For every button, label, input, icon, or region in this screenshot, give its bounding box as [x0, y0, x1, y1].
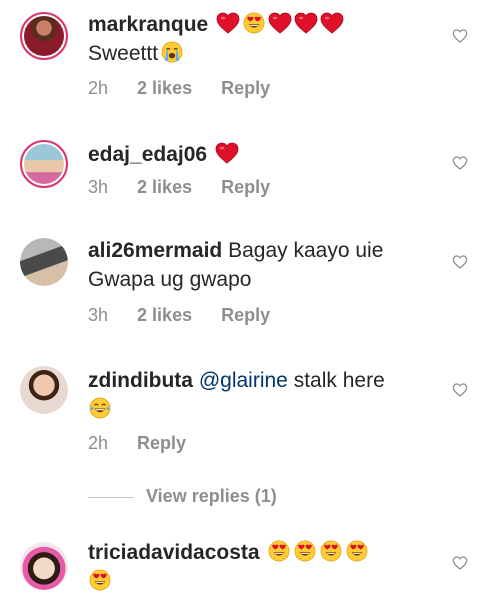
red-heart-emoji [213, 143, 239, 166]
heart-outline-icon[interactable] [452, 555, 468, 571]
likes-count[interactable]: 2 likes [137, 177, 192, 198]
timestamp: 3h [88, 305, 109, 325]
avatar[interactable] [20, 238, 68, 286]
comment-body: Sweettt [88, 42, 159, 65]
red-heart-emoji [214, 13, 240, 36]
red-heart-emoji [266, 13, 292, 36]
reply-button[interactable]: Reply [221, 78, 270, 99]
timestamp: 2h [88, 433, 109, 453]
comment-text: zdindibuta @glairine stalk here [88, 366, 438, 424]
comment-body: stalk here [293, 369, 385, 392]
reply-button[interactable]: Reply [221, 305, 270, 326]
red-heart-emoji [318, 13, 344, 36]
username[interactable]: zdindibuta [88, 369, 193, 392]
tears-of-joy-emoji [88, 398, 112, 421]
heart-eyes-emoji [317, 541, 343, 564]
avatar[interactable] [20, 366, 68, 414]
loudly-crying-emoji [158, 42, 184, 65]
view-replies-label: View replies (1) [146, 486, 277, 506]
username[interactable]: markranque [88, 13, 208, 36]
reply-button[interactable]: Reply [221, 177, 270, 198]
red-heart-emoji [292, 13, 318, 36]
heart-outline-icon[interactable] [452, 28, 468, 44]
heart-eyes-emoji [240, 13, 266, 36]
heart-eyes-emoji [265, 541, 291, 564]
likes-count[interactable]: 2 likes [137, 305, 192, 326]
comment-meta: 3h 2 likes Reply [88, 177, 270, 198]
avatar[interactable] [20, 140, 68, 188]
comment-text: triciadavidacosta [88, 538, 438, 596]
comment-text: ali26mermaid Bagay kaayo uie Gwapa ug gw… [88, 236, 438, 294]
comment-meta: 3h 2 likes Reply [88, 305, 270, 326]
heart-outline-icon[interactable] [452, 254, 468, 270]
timestamp: 2h [88, 78, 109, 98]
comment-text: markranque Sweettt [88, 10, 438, 68]
heart-eyes-emoji [88, 570, 112, 593]
timestamp: 3h [88, 177, 109, 197]
avatar[interactable] [20, 12, 68, 60]
comment-body: Bagay kaayo uie [228, 239, 384, 262]
username[interactable]: ali26mermaid [88, 239, 222, 262]
reply-button[interactable]: Reply [137, 433, 186, 454]
heart-outline-icon[interactable] [452, 382, 468, 398]
heart-eyes-emoji [343, 541, 369, 564]
comment-meta: 2h 2 likes Reply [88, 78, 270, 99]
username[interactable]: edaj_edaj06 [88, 143, 207, 166]
avatar[interactable] [20, 542, 68, 590]
heart-eyes-emoji [291, 541, 317, 564]
view-replies-button[interactable]: View replies (1) [88, 486, 277, 507]
likes-count[interactable]: 2 likes [137, 78, 192, 99]
divider-line [88, 496, 134, 498]
comment-text: edaj_edaj06 [88, 140, 438, 169]
heart-outline-icon[interactable] [452, 155, 468, 171]
comment-body-line2: Gwapa ug gwapo [88, 268, 252, 291]
comment-meta: 2h Reply [88, 433, 186, 454]
mention-link[interactable]: @glairine [199, 369, 288, 392]
username[interactable]: triciadavidacosta [88, 541, 260, 564]
